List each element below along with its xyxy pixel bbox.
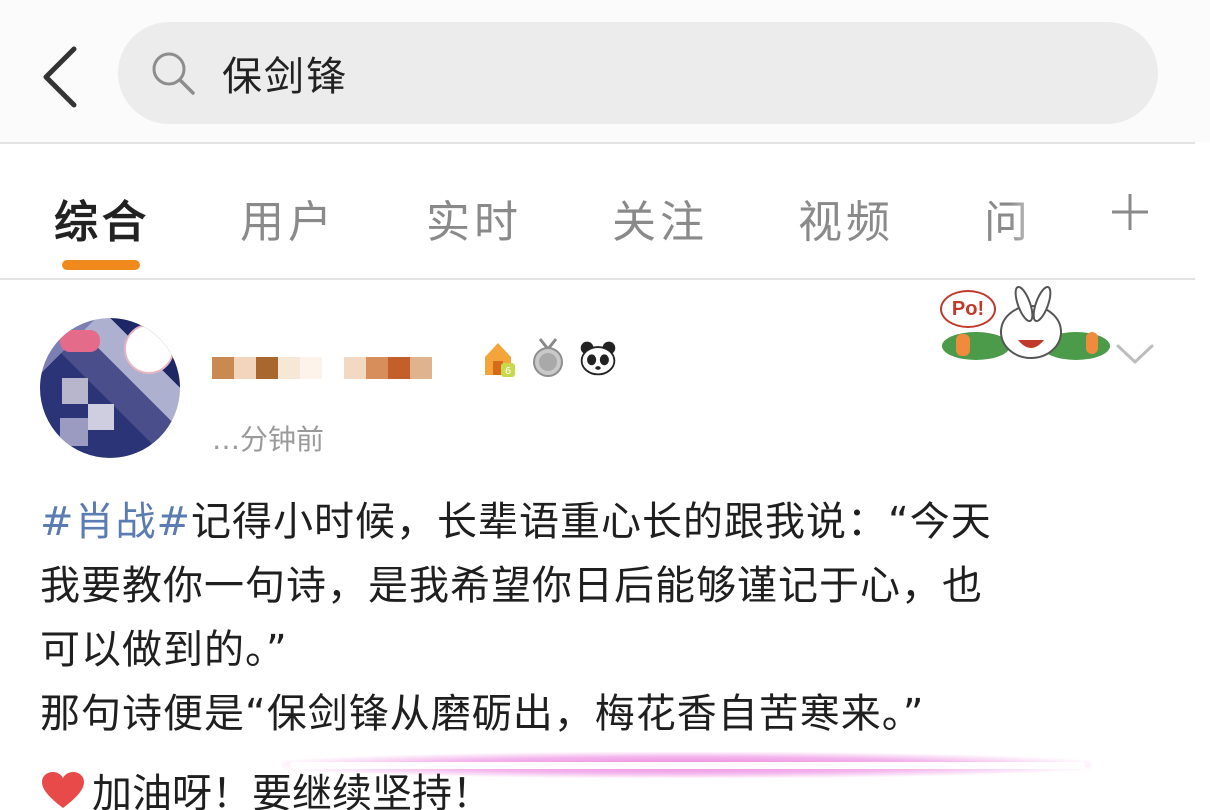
hashtag-link[interactable]: #肖战# bbox=[40, 499, 191, 545]
post-text: 记得小时候，长辈语重心长的跟我说：“今天 bbox=[191, 499, 992, 545]
chevron-down-icon[interactable] bbox=[1112, 334, 1158, 374]
avatar-bunny bbox=[124, 324, 174, 374]
sticker-image: Po! bbox=[936, 284, 1112, 364]
search-icon bbox=[146, 46, 200, 100]
post-line-4: 那句诗便是“保剑锋从磨砺出，梅花香自苦寒来。” bbox=[40, 682, 1170, 746]
search-query: 保剑锋 bbox=[222, 54, 348, 100]
post-line-3: 可以做到的。” bbox=[40, 627, 288, 673]
search-input[interactable]: 保剑锋 bbox=[118, 22, 1158, 124]
tab-realtime[interactable]: 实时 bbox=[426, 186, 522, 250]
divider bbox=[0, 278, 1195, 280]
avatar[interactable] bbox=[40, 318, 180, 458]
tab-comprehensive[interactable]: 综合 bbox=[54, 186, 150, 250]
svg-text:6: 6 bbox=[505, 366, 511, 377]
active-tab-underline bbox=[62, 260, 140, 270]
username-mosaic bbox=[366, 357, 388, 379]
plus-icon[interactable] bbox=[1100, 182, 1160, 242]
top-bar: 保剑锋 bbox=[0, 0, 1210, 142]
username-mosaic bbox=[278, 357, 300, 379]
post-text: 加油呀！要继续坚持！ bbox=[92, 771, 492, 810]
post-line-1: #肖战#记得小时候，长辈语重心长的跟我说：“今天 bbox=[40, 490, 1170, 554]
avatar-mosaic bbox=[60, 418, 88, 446]
username-mosaic bbox=[256, 357, 278, 379]
tab-video[interactable]: 视频 bbox=[798, 186, 894, 250]
username-mosaic bbox=[234, 357, 256, 379]
username-mosaic bbox=[300, 357, 322, 379]
username-blurred[interactable] bbox=[212, 340, 472, 396]
post-time-blurred: …分钟前 bbox=[212, 423, 325, 456]
username-mosaic bbox=[410, 357, 432, 379]
tab-bar: 综合 用户 实时 关注 视频 问 bbox=[0, 148, 1210, 278]
tab-users[interactable]: 用户 bbox=[240, 186, 336, 250]
divider bbox=[0, 142, 1195, 144]
medal-badge-icon[interactable] bbox=[528, 336, 568, 380]
panda-badge-icon[interactable] bbox=[578, 336, 618, 380]
level-badge-icon[interactable]: 6 bbox=[478, 336, 518, 380]
post-body: #肖战#记得小时候，长辈语重心长的跟我说：“今天 我要教你一句诗，是我希望你日后… bbox=[40, 490, 1170, 746]
tab-fade bbox=[1010, 178, 1080, 248]
poem-quote: “保剑锋从磨砺出，梅花香自苦寒来。” bbox=[245, 691, 925, 737]
post-text: 那句诗便是 bbox=[40, 691, 245, 737]
avatar-bow bbox=[60, 330, 100, 352]
post-line-2: 我要教你一句诗，是我希望你日后能够谨记于心，也 bbox=[40, 563, 983, 609]
username-mosaic bbox=[344, 357, 366, 379]
username-mosaic bbox=[388, 357, 410, 379]
avatar-mosaic bbox=[62, 378, 88, 404]
username-mosaic bbox=[212, 357, 234, 379]
tab-following[interactable]: 关注 bbox=[612, 186, 708, 250]
avatar-mosaic bbox=[88, 404, 114, 430]
highlight-stroke-core bbox=[290, 762, 1085, 769]
post-line-5: 加油呀！要继续坚持！ bbox=[40, 770, 492, 810]
heart-icon bbox=[40, 770, 86, 810]
username-mosaic bbox=[322, 357, 344, 379]
back-arrow-icon[interactable] bbox=[30, 42, 90, 112]
